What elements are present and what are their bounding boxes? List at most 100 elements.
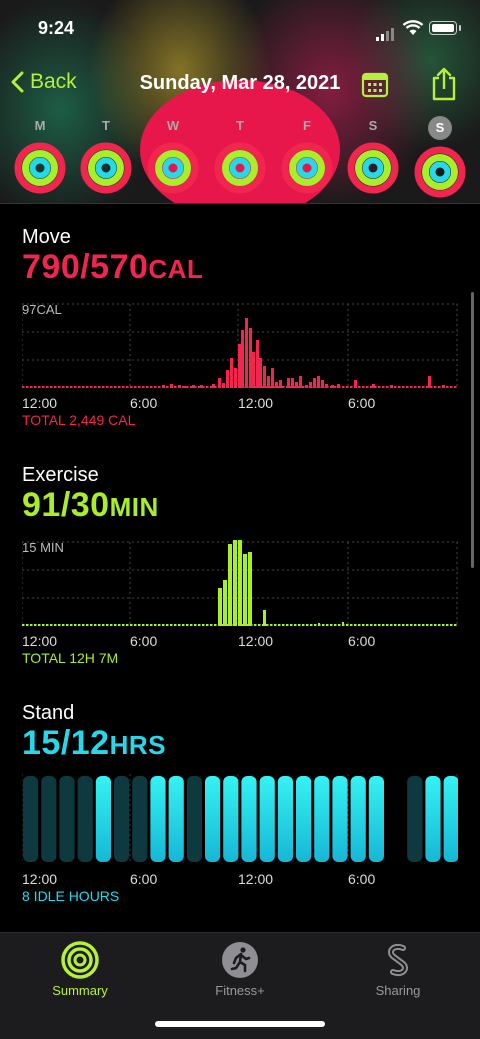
exercise-title: Exercise bbox=[22, 464, 99, 486]
stand-hour-idle bbox=[186, 776, 202, 862]
chart-bar bbox=[309, 382, 312, 388]
chart-bar bbox=[299, 376, 302, 388]
tab-sharing-label: Sharing bbox=[375, 983, 421, 998]
day-label: S bbox=[428, 116, 452, 140]
stand-hour-idle bbox=[407, 776, 423, 862]
tick-label: 12:00 bbox=[238, 871, 274, 887]
chart-bar bbox=[275, 382, 278, 388]
stand-hour-idle bbox=[77, 776, 93, 862]
stand-value: 15/12HRS bbox=[22, 724, 166, 762]
chart-bar bbox=[321, 380, 324, 388]
stand-hour-active bbox=[368, 776, 384, 862]
tab-summary[interactable]: Summary bbox=[20, 941, 140, 998]
tick-label: 6:00 bbox=[130, 633, 158, 649]
tab-fitness-label: Fitness+ bbox=[215, 983, 265, 998]
status-time: 9:24 bbox=[38, 18, 75, 38]
day-4[interactable]: T bbox=[214, 116, 266, 194]
day-5[interactable]: F bbox=[281, 116, 333, 194]
chart-bar bbox=[267, 376, 270, 388]
chart-bar bbox=[390, 385, 393, 388]
stand-hour-active bbox=[168, 776, 184, 862]
chart-bar bbox=[234, 368, 237, 388]
chart-bar bbox=[233, 540, 237, 626]
activity-rings-icon bbox=[14, 142, 66, 194]
chart-bar bbox=[218, 378, 221, 388]
stand-hour-active bbox=[314, 776, 330, 862]
move-section: Move 790/570CAL 97CAL 12:00 6:00 12:00 6:00… bbox=[0, 226, 480, 436]
activity-rings-icon bbox=[414, 146, 466, 198]
tick-label: 6:00 bbox=[348, 395, 376, 411]
tick-label: 6:00 bbox=[130, 395, 158, 411]
battery-icon bbox=[429, 21, 461, 35]
chart-bar bbox=[279, 380, 282, 388]
chart-bar bbox=[200, 385, 203, 388]
chart-bar bbox=[271, 368, 274, 388]
chart-bar bbox=[305, 385, 308, 388]
chart-bar bbox=[162, 385, 165, 388]
runner-icon bbox=[222, 942, 258, 978]
chart-bar bbox=[442, 385, 445, 388]
move-time-axis: 12:00 6:00 12:00 6:00 bbox=[22, 395, 458, 411]
sharing-icon bbox=[388, 944, 408, 976]
stand-hour-idle bbox=[59, 776, 75, 862]
chart-bar bbox=[222, 383, 225, 388]
tick-label: 12:00 bbox=[22, 395, 58, 411]
activity-rings-icon bbox=[214, 142, 266, 194]
chart-bar bbox=[317, 376, 320, 388]
chart-bar bbox=[252, 352, 255, 388]
day-2[interactable]: T bbox=[80, 116, 132, 194]
chart-bar bbox=[372, 384, 375, 388]
day-label: W bbox=[166, 118, 180, 133]
chart-bar bbox=[245, 318, 248, 388]
chart-bar bbox=[212, 384, 215, 388]
tab-fitness-plus[interactable]: Fitness+ bbox=[180, 941, 300, 998]
chart-bar bbox=[318, 623, 320, 626]
status-bar: 9:24 bbox=[0, 0, 480, 60]
stand-hour-active bbox=[150, 776, 166, 862]
exercise-value: 91/30MIN bbox=[22, 486, 159, 524]
chart-bar bbox=[313, 378, 316, 388]
chart-bar bbox=[238, 540, 242, 626]
chart-bar bbox=[178, 385, 181, 388]
day-6[interactable]: S bbox=[347, 116, 399, 194]
stand-hour-active bbox=[259, 776, 275, 862]
chart-bar bbox=[243, 554, 247, 626]
chart-bar bbox=[192, 385, 195, 388]
chart-bar bbox=[226, 370, 229, 388]
move-value: 790/570CAL bbox=[22, 248, 204, 286]
calendar-icon[interactable] bbox=[361, 70, 389, 98]
chart-bar bbox=[256, 340, 259, 388]
activity-rings-icon bbox=[147, 142, 199, 194]
stand-hour-idle bbox=[41, 776, 57, 862]
stand-hour-active bbox=[350, 776, 366, 862]
tick-label: 12:00 bbox=[22, 871, 58, 887]
wifi-icon bbox=[402, 20, 424, 35]
day-label: S bbox=[368, 118, 378, 133]
day-3[interactable]: W bbox=[147, 116, 199, 194]
activity-rings-icon bbox=[347, 142, 399, 194]
tick-label: 12:00 bbox=[238, 633, 274, 649]
stand-idle-hours: 8 IDLE HOURS bbox=[22, 888, 120, 904]
chart-bar bbox=[249, 328, 252, 388]
tab-summary-label: Summary bbox=[52, 983, 108, 998]
tick-label: 6:00 bbox=[348, 633, 376, 649]
stand-hour-idle bbox=[132, 776, 148, 862]
stand-hour-active bbox=[241, 776, 257, 862]
chart-bar bbox=[295, 382, 298, 388]
share-icon[interactable] bbox=[430, 66, 458, 102]
day-label: M bbox=[34, 118, 46, 133]
chart-bar bbox=[291, 378, 294, 388]
tick-label: 12:00 bbox=[238, 395, 274, 411]
tab-sharing[interactable]: Sharing bbox=[338, 941, 458, 998]
rings-icon bbox=[61, 941, 99, 979]
stand-hour-idle bbox=[23, 776, 39, 862]
stand-hour-active bbox=[223, 776, 239, 862]
day-1[interactable]: M bbox=[14, 116, 66, 194]
stand-hour-active bbox=[332, 776, 348, 862]
day-label: F bbox=[303, 118, 311, 133]
day-7[interactable]: S bbox=[414, 116, 466, 198]
stand-time-axis: 12:00 6:00 12:00 6:00 bbox=[22, 871, 458, 887]
stand-hour-active bbox=[296, 776, 312, 862]
chart-bar bbox=[170, 384, 173, 388]
stand-section: Stand 15/12HRS 12:00 6:00 12:00 6:00 8 IDLE… bbox=[0, 702, 480, 912]
